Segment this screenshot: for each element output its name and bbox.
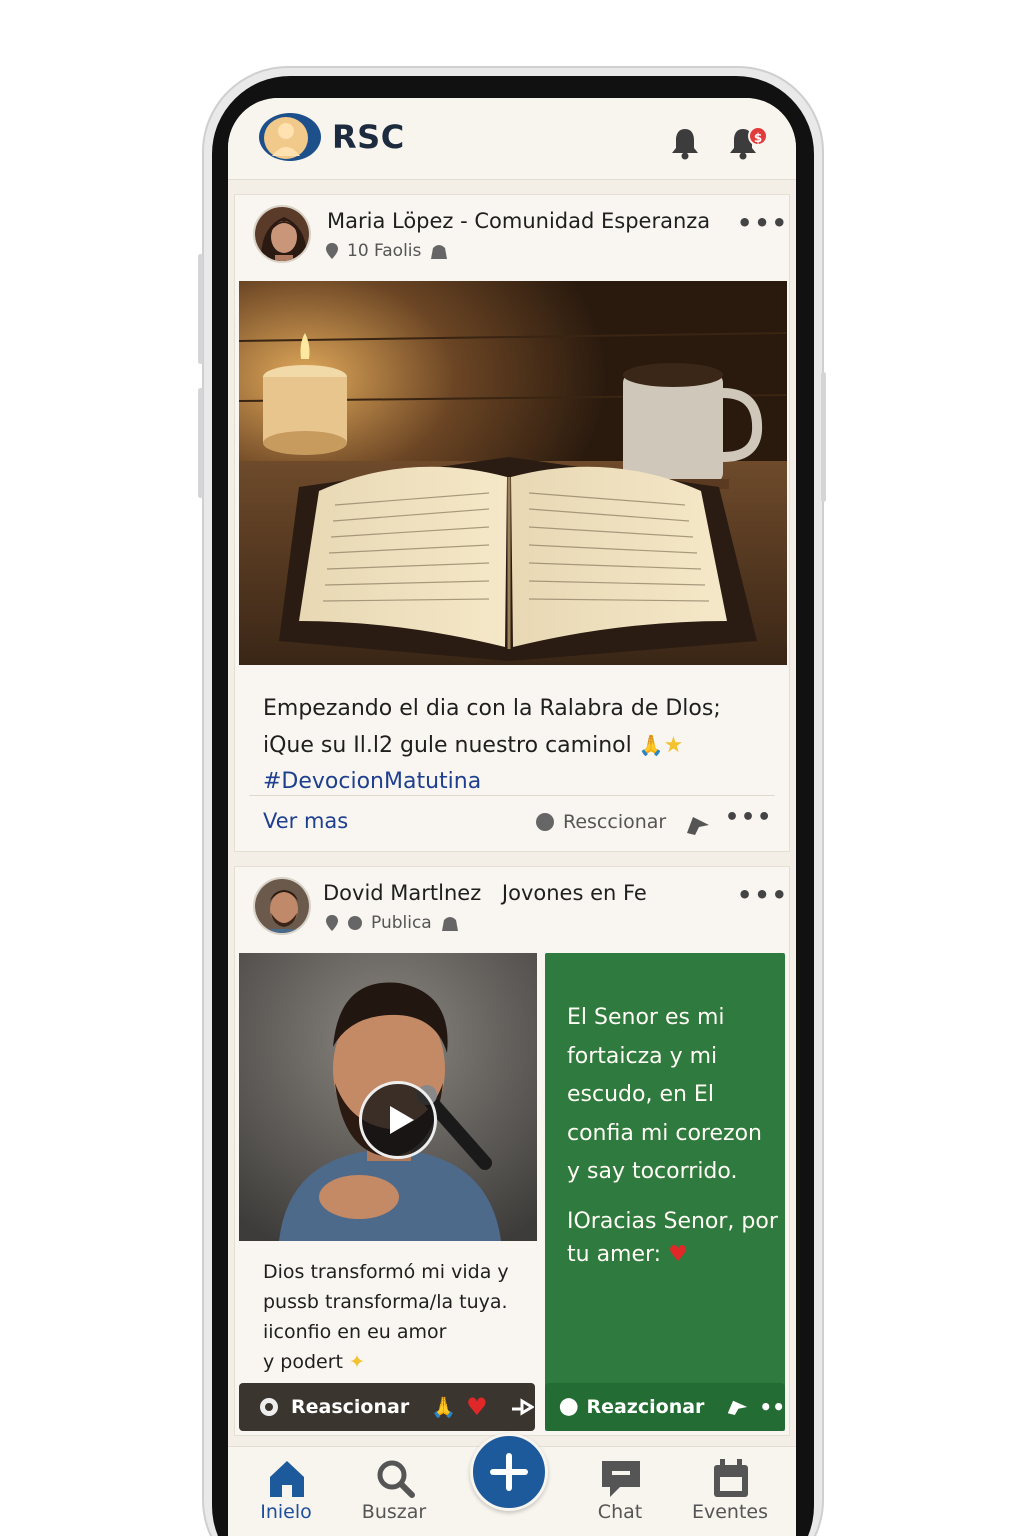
praying-icon: 🙏 <box>638 733 664 757</box>
play-icon <box>390 1106 414 1134</box>
post-meta-text: Publica <box>371 913 432 933</box>
location-pin-icon <box>326 243 338 259</box>
post-author[interactable]: Maria Löpez - Comunidad Esperanza <box>327 209 710 233</box>
group-name[interactable]: Jovones en Fe <box>502 881 647 905</box>
post-meta-text: 10 Faolis <box>347 241 422 261</box>
plus-icon <box>490 1453 528 1491</box>
lock-icon <box>441 917 458 931</box>
verse-line: tu amer: ♥ <box>567 1238 781 1271</box>
avatar[interactable] <box>253 877 311 935</box>
caption-line: Dios transf‌ormó mi vida y <box>263 1261 509 1283</box>
verse-text: El Senor es mi fortaicza y mi escudo, en… <box>567 999 777 1192</box>
avatar-man-image <box>255 879 309 933</box>
nav-label: Inielo <box>260 1501 312 1523</box>
calendar-icon <box>714 1459 748 1497</box>
caption-line: iiconfio en eu amor <box>263 1321 447 1343</box>
bible-candle-image[interactable] <box>239 281 787 665</box>
share-icon[interactable] <box>510 1397 534 1417</box>
nav-item-home[interactable]: Inielo <box>236 1447 336 1536</box>
divider <box>249 795 775 796</box>
nav-item-search[interactable]: Buszar <box>344 1447 444 1536</box>
chat-icon <box>602 1461 640 1497</box>
reaction-bar-right: Reazcionar •• <box>545 1383 785 1431</box>
react-button[interactable]: Resccionar <box>535 811 666 833</box>
star-icon: ★ <box>663 733 684 758</box>
notification-badge: $ <box>748 126 768 146</box>
verse-card[interactable]: El Senor es mi fortaicza y mi escudo, en… <box>545 953 785 1431</box>
post-more-button[interactable]: ••• <box>737 209 789 237</box>
verse-line: IOracias Senor, por <box>567 1209 778 1234</box>
more-options-button[interactable]: •• <box>759 1395 785 1419</box>
post-meta: Publica <box>325 913 460 933</box>
search-icon <box>377 1460 415 1498</box>
video-thumbnail[interactable] <box>239 953 537 1241</box>
globe-icon <box>348 916 362 930</box>
praying-icon: 🙏 <box>431 1395 457 1419</box>
bell-icon[interactable] <box>670 126 700 160</box>
nav-item-chat[interactable]: Chat <box>570 1447 670 1536</box>
location-pin-icon <box>326 915 338 931</box>
home-icon <box>270 1461 304 1497</box>
nav-label: Eventes <box>691 1501 769 1523</box>
logo-icon <box>259 113 321 161</box>
avatar[interactable] <box>253 205 311 263</box>
nav-label: Chat <box>597 1501 643 1523</box>
ver-mas-link[interactable]: Ver mas <box>263 809 348 833</box>
more-options-button[interactable]: ••• <box>725 805 773 830</box>
post-card: Dovid Martlnez Jovones en Fe Publica ••• <box>234 866 790 1436</box>
caption-line: Empezando el dia con la Ralabra de Dlos; <box>263 696 721 721</box>
app-screen: RSC $ Maria Löpez - Comunidad Esperanza … <box>228 98 796 1536</box>
post-card: Maria Löpez - Comunidad Esperanza 10 Fao… <box>234 194 790 852</box>
bottom-nav: Inielo Buszar Chat Eventes <box>228 1433 796 1536</box>
verse-line: El Senor es mi <box>567 1005 725 1030</box>
post-more-button[interactable]: ••• <box>737 881 789 909</box>
nav-item-events[interactable]: Eventes <box>680 1447 780 1536</box>
caption-line: pussb transforma/la tuya. <box>263 1291 508 1313</box>
volume-button-lower <box>198 388 203 498</box>
caption-line: iQue su Il.l2 gule nuestro caminol 🙏★ <box>263 727 773 764</box>
caption-line: y podert ✦ <box>263 1347 533 1377</box>
author-name[interactable]: Dovid Martlnez <box>323 881 481 905</box>
caption-text: iQue su Il.l2 gule nuestro caminol <box>263 733 632 758</box>
play-button[interactable] <box>359 1081 437 1159</box>
avatar-woman-image <box>255 207 309 261</box>
react-icon <box>260 1398 278 1416</box>
post-author[interactable]: Dovid Martlnez Jovones en Fe <box>323 881 647 905</box>
share-icon[interactable] <box>685 813 711 837</box>
react-icon <box>536 813 554 831</box>
react-button[interactable]: Reazcionar <box>586 1396 704 1418</box>
verse-prayer: IOracias Senor, por tu amer: ♥ <box>567 1205 781 1271</box>
verse-line: y say tocorrido. <box>567 1159 738 1184</box>
power-button <box>821 372 826 502</box>
verse-line: fortaicza y mi <box>567 1043 718 1069</box>
post-meta: 10 Faolis <box>325 241 449 261</box>
app-title: RSC <box>332 118 405 156</box>
app-header: RSC $ <box>228 98 796 180</box>
verse-text-line: tu amer: <box>567 1242 662 1267</box>
video-caption: Dios transf‌ormó mi vida y pussb transfo… <box>263 1257 533 1377</box>
share-icon[interactable] <box>726 1396 749 1418</box>
sparkle-icon: ✦ <box>349 1351 365 1373</box>
volume-button <box>198 254 203 364</box>
react-label: Resccionar <box>563 811 667 833</box>
react-icon <box>559 1398 578 1416</box>
verse-line: escudo, en El <box>567 1082 714 1107</box>
create-post-button[interactable] <box>470 1433 548 1511</box>
heart-icon: ♥ <box>466 1393 488 1421</box>
lock-icon <box>431 245 448 259</box>
react-button[interactable]: Reascionar <box>291 1396 409 1418</box>
verse-line: confia mi corezon <box>567 1120 762 1146</box>
caption-text: y podert <box>263 1351 343 1373</box>
nav-label: Buszar <box>361 1501 427 1523</box>
post-caption: Empezando el dia con la Ralabra de Dlos;… <box>263 691 773 800</box>
bible-photo <box>239 281 787 665</box>
reaction-bar-left: Reascionar 🙏 ♥ <box>239 1383 535 1431</box>
heart-icon: ♥ <box>668 1242 688 1267</box>
